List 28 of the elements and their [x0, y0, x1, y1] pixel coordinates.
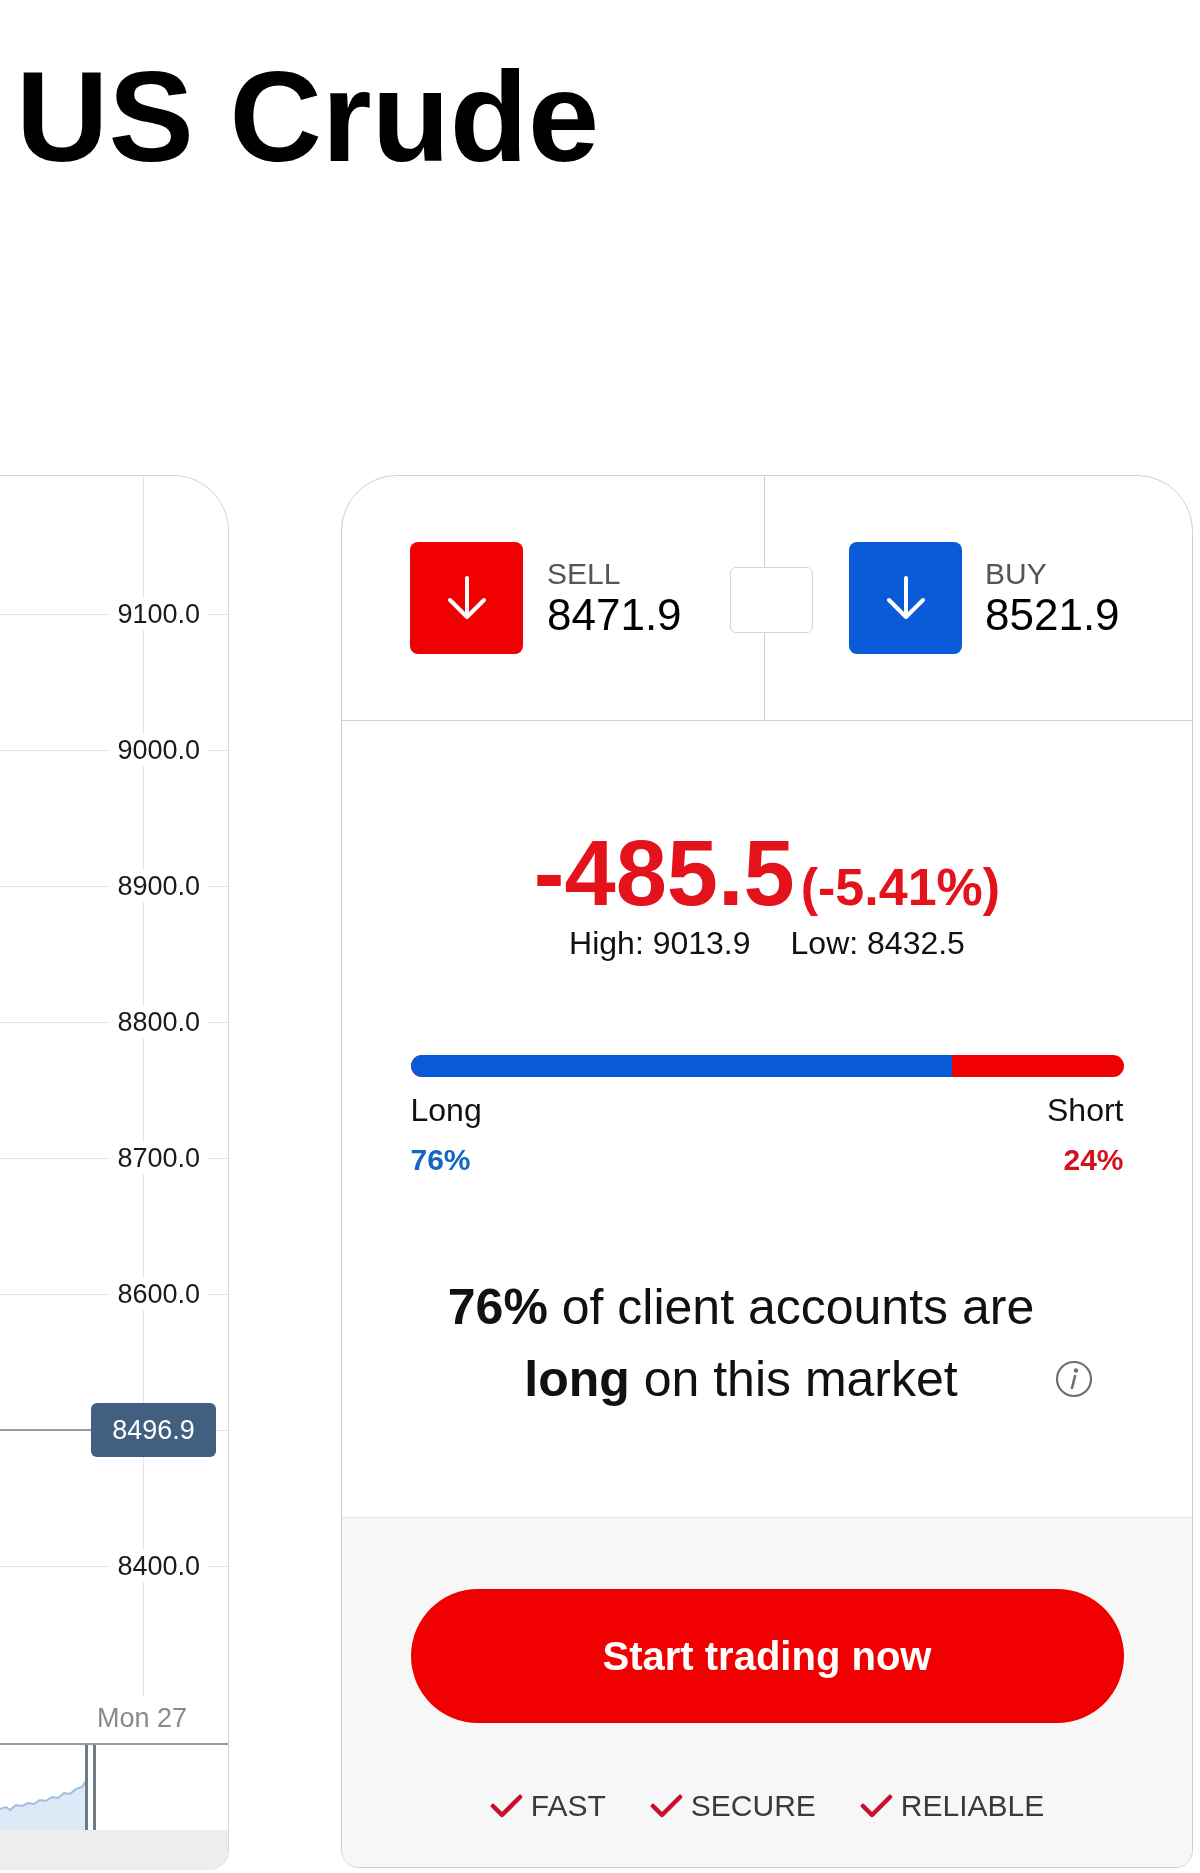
feature-label: FAST: [530, 1788, 606, 1824]
feature-label: SECURE: [690, 1788, 816, 1824]
short-label: Short: [1047, 1091, 1124, 1130]
navigator-handle[interactable]: [85, 1745, 88, 1830]
check-icon: [489, 1794, 523, 1818]
navigator-scrollbar[interactable]: [0, 1830, 228, 1870]
long-label: Long: [410, 1091, 482, 1130]
check-icon: [649, 1794, 683, 1818]
sell-price: 8471.9: [547, 591, 682, 639]
sentiment-summary: 76% of client accounts are long on this market: [446, 1278, 1036, 1409]
buy-button[interactable]: [849, 542, 962, 654]
sell-label: SELL: [547, 557, 622, 591]
price-change: -485.5: [533, 827, 795, 919]
price-tag: 8496.9: [91, 1403, 216, 1457]
navigator-handle[interactable]: [93, 1745, 96, 1830]
long-percent: 76%: [410, 1142, 471, 1178]
short-percent: 24%: [1063, 1142, 1124, 1178]
high-value: High: 9013.9: [569, 924, 751, 963]
page-title: US Crude: [16, 53, 600, 181]
check-icon: [859, 1794, 893, 1818]
axis-label: Mon 27: [97, 1702, 188, 1734]
feature-label: RELIABLE: [900, 1788, 1045, 1824]
start-trading-button[interactable]: Start trading now: [410, 1589, 1124, 1723]
sell-button[interactable]: [410, 542, 523, 654]
info-icon[interactable]: [1055, 1360, 1093, 1398]
buy-price: 8521.9: [985, 591, 1120, 639]
buy-label: BUY: [985, 557, 1048, 591]
low-value: Low: 8432.5: [790, 924, 965, 963]
